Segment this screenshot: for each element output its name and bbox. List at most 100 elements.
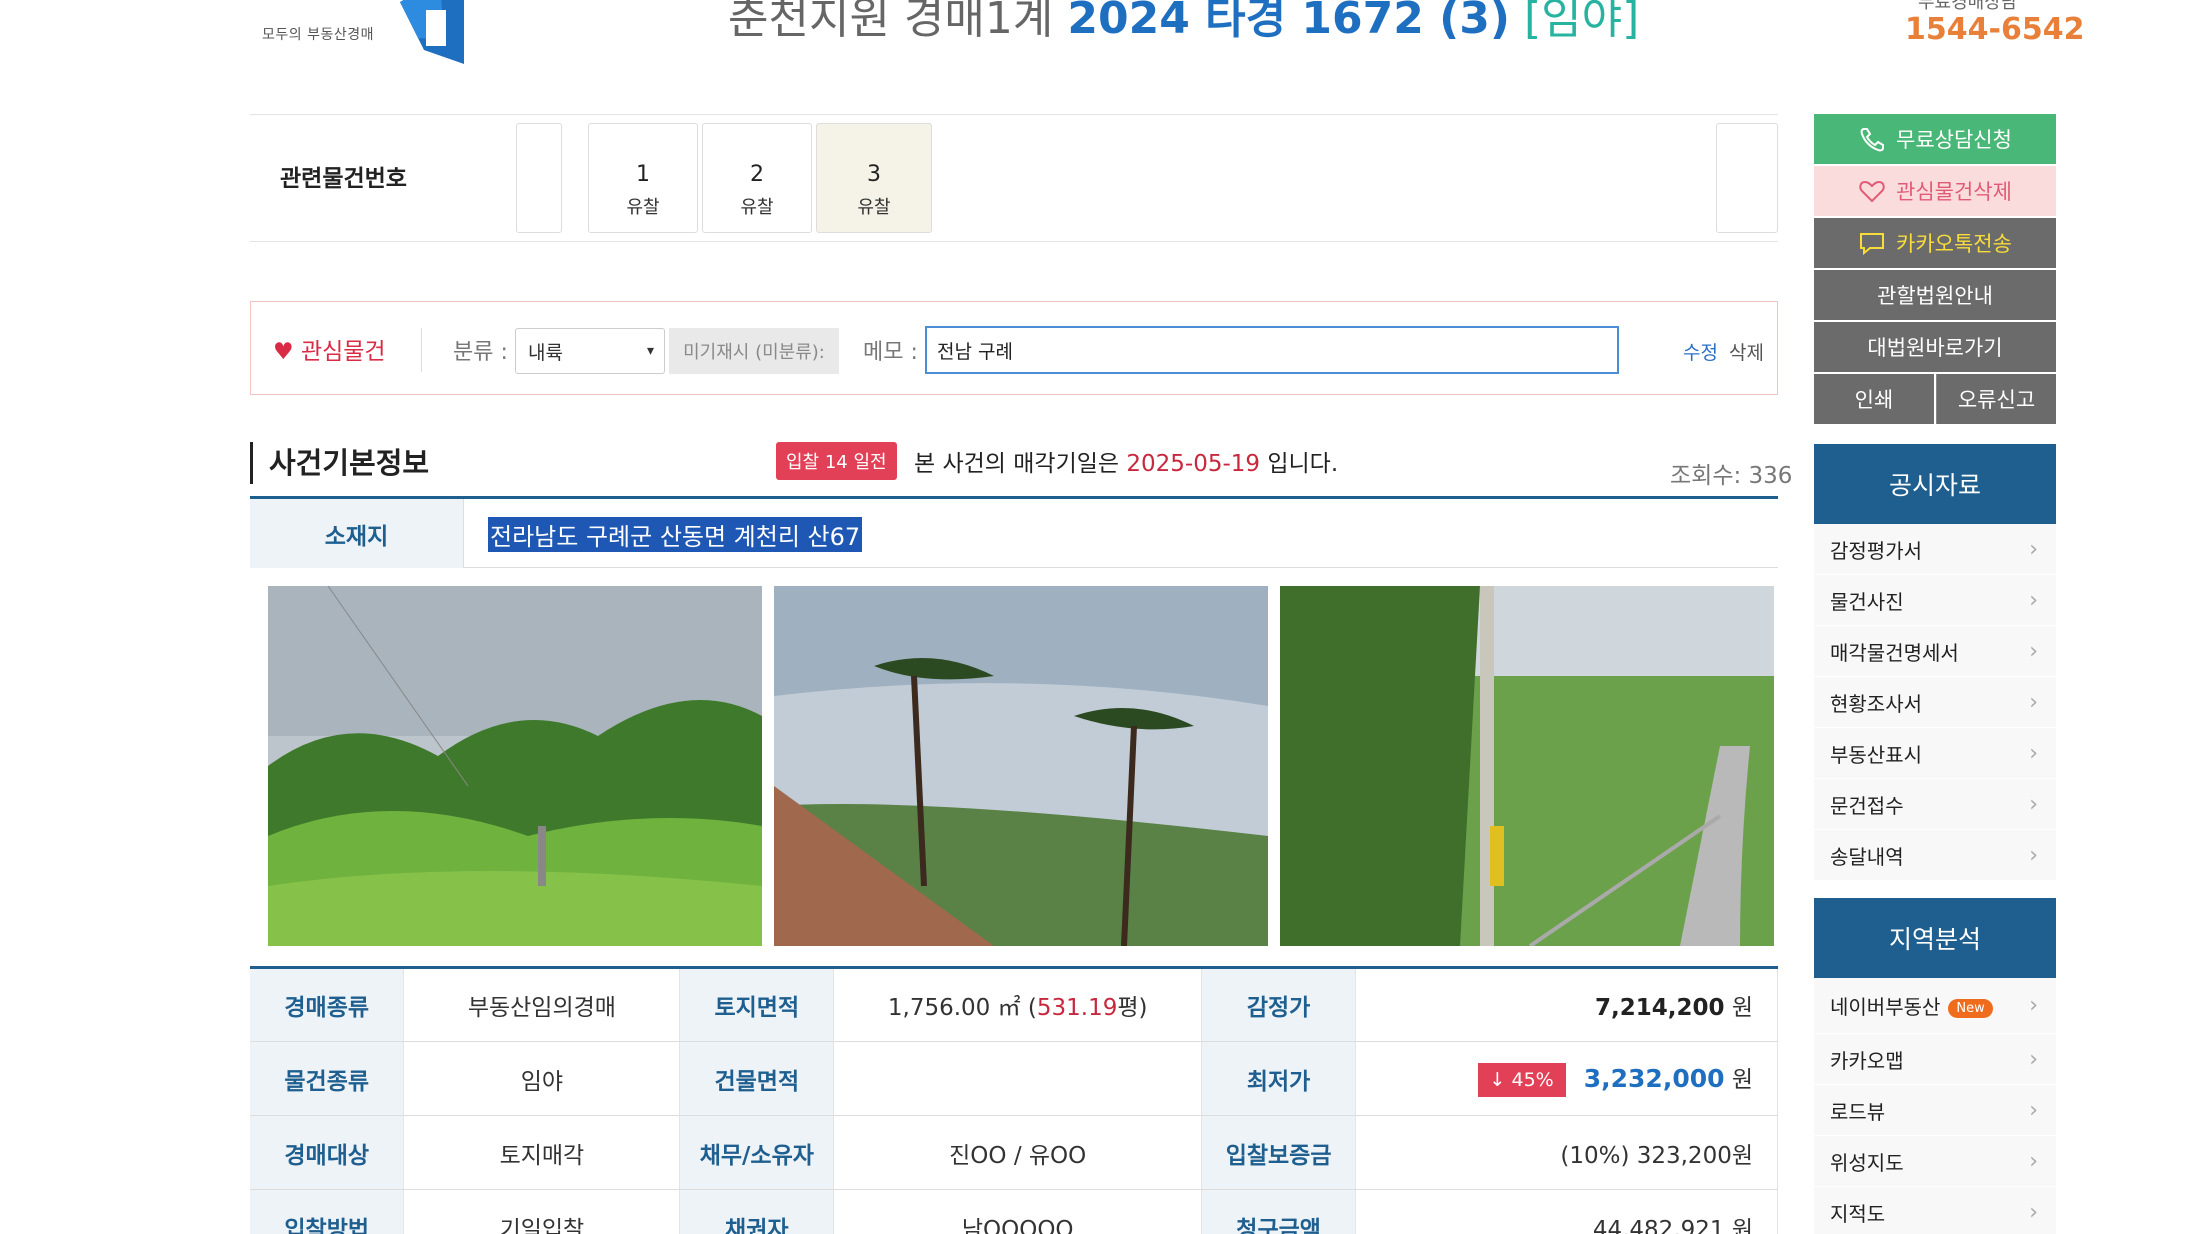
case-title: 춘천지원 경매1계 2024 타경 1672 (3) [임야] [728, 0, 1639, 46]
cell-header: 청구금액 [1201, 1189, 1357, 1234]
region-panel-title: 지역분석 [1814, 898, 2056, 978]
phone-icon [1860, 128, 1885, 152]
location-label: 소재지 [250, 499, 464, 568]
notice-item-label: 송달내역 [1830, 844, 1904, 869]
notice-item-label: 부동산표시 [1830, 742, 1922, 767]
notice-item[interactable]: 감정평가서 › [1814, 524, 2056, 575]
property-photo-1[interactable] [268, 586, 762, 946]
chevron-down-icon: ▾ [646, 343, 654, 359]
memo-edit-link[interactable]: 수정 [1683, 338, 1718, 365]
logo-subtitle: 모두의 부동산경매 [262, 27, 374, 43]
related-item-num: 1 [636, 162, 650, 187]
memo-delete-link[interactable]: 삭제 [1729, 338, 1764, 365]
pine-trees-photo-icon [774, 586, 1268, 946]
cell-header: 건물면적 [679, 1041, 835, 1116]
related-prev-button[interactable] [516, 123, 562, 233]
interest-delete-label: 관심물건삭제 [1896, 180, 2012, 204]
land-area-pyeong: 531.19 [1036, 995, 1118, 1021]
chevron-right-icon: › [2029, 1199, 2038, 1225]
view-count: 조회수: 336 [1670, 463, 1793, 489]
free-consult-label: 무료상담신청 [1896, 128, 2012, 152]
chevron-right-icon: › [2029, 536, 2038, 562]
cell-value: 기일입찰 [403, 1189, 681, 1234]
section-title: 사건기본정보 [250, 442, 429, 484]
kakao-send-label: 카카오톡전송 [1896, 232, 2012, 256]
heart-icon: ♥ [273, 339, 294, 365]
category-select[interactable]: 내륙 ▾ [515, 328, 665, 374]
cell-header: 토지면적 [679, 967, 835, 1042]
cell-header: 물건종류 [250, 1041, 405, 1116]
related-next-button[interactable] [1716, 123, 1778, 233]
notice-item[interactable]: 매각물건명세서 › [1814, 626, 2056, 677]
notice-item-label: 감정평가서 [1830, 538, 1922, 563]
related-item-3[interactable]: 3 유찰 [816, 123, 932, 233]
related-item-1[interactable]: 1 유찰 [588, 123, 698, 233]
chevron-right-icon: › [2029, 1097, 2038, 1123]
related-item-2[interactable]: 2 유찰 [702, 123, 812, 233]
kakao-send-button[interactable]: 카카오톡전송 [1814, 218, 2056, 268]
cell-header: 채무/소유자 [679, 1115, 835, 1190]
region-item[interactable]: 카카오맵 › [1814, 1034, 2056, 1085]
free-consult-button[interactable]: 무료상담신청 [1814, 114, 2056, 164]
supreme-court-button[interactable]: 대법원바로가기 [1814, 322, 2056, 372]
cell-value: 임야 [403, 1041, 681, 1116]
notice-item[interactable]: 물건사진 › [1814, 575, 2056, 626]
sale-text-pre: 본 사건의 매각기일은 [914, 451, 1120, 477]
hotline-number[interactable]: 1544-6542 [1905, 12, 2084, 47]
cell-header: 입찰방법 [250, 1189, 405, 1234]
notice-panel: 공시자료 감정평가서 › 물건사진 › 매각물건명세서 › 현황조사서 › 부동산표시 ›… [1814, 444, 2056, 881]
divider [421, 328, 422, 372]
report-error-button[interactable]: 오류신고 [1936, 374, 2056, 424]
related-items-label: 관련물건번호 [280, 166, 407, 192]
cell-value: 토지매각 [403, 1115, 681, 1190]
location-row: 소재지 전라남도 구례군 산동면 계천리 산67 [250, 496, 1778, 568]
new-badge: New [1948, 999, 1993, 1018]
related-item-num: 2 [750, 162, 764, 187]
heart-outline-icon [1859, 180, 1885, 203]
related-item-status: 유찰 [857, 197, 891, 218]
cell-header: 감정가 [1201, 967, 1357, 1042]
region-item[interactable]: 위성지도 › [1814, 1136, 2056, 1187]
memo-input[interactable]: 전남 구례 [925, 326, 1619, 374]
discount-badge: ↓ 45% [1477, 1063, 1566, 1098]
notice-item[interactable]: 송달내역 › [1814, 830, 2056, 881]
notice-item[interactable]: 문건접수 › [1814, 779, 2056, 830]
cell-value [833, 1041, 1203, 1116]
region-item-label: 위성지도 [1830, 1150, 1904, 1175]
region-item[interactable]: 네이버부동산 New › [1814, 978, 2056, 1034]
sale-text-post: 입니다. [1267, 451, 1339, 477]
print-button[interactable]: 인쇄 [1814, 374, 1934, 424]
interest-delete-button[interactable]: 관심물건삭제 [1814, 166, 2056, 216]
notice-item[interactable]: 부동산표시 › [1814, 728, 2056, 779]
case-number: 2024 타경 1672 (3) [1067, 0, 1511, 44]
notice-item-label: 물건사진 [1830, 589, 1904, 614]
interest-label: ♥ 관심물건 [273, 332, 386, 366]
region-item-label: 네이버부동산 [1830, 995, 1941, 1019]
bid-countdown-badge: 입찰 14 일전 [776, 442, 897, 480]
property-photo-2[interactable] [774, 586, 1268, 946]
table-row: 물건종류 임야 건물면적 최저가 ↓ 45% 3,232,000 원 [250, 1041, 1778, 1116]
land-area-value: 1,756.00 ㎡ (531.19평) [833, 967, 1203, 1042]
claim-amount-value: 44,482,921 원 [1355, 1189, 1778, 1234]
case-info-table: 경매종류 부동산임의경매 토지면적 1,756.00 ㎡ (531.19평) 감… [250, 966, 1778, 1234]
notice-item[interactable]: 현황조사서 › [1814, 677, 2056, 728]
deposit-value: (10%) 323,200원 [1355, 1115, 1778, 1190]
notice-item-label: 현황조사서 [1830, 691, 1922, 716]
category-label: 분류 : [453, 340, 508, 365]
region-item[interactable]: 로드뷰 › [1814, 1085, 2056, 1136]
cell-header: 채권자 [679, 1189, 835, 1234]
roadside-photo-icon [1280, 586, 1774, 946]
chevron-right-icon: › [2029, 587, 2038, 613]
region-item[interactable]: 지적도 › [1814, 1187, 2056, 1234]
logo-mark-icon [400, 0, 464, 64]
case-kind: [임야] [1524, 0, 1640, 44]
region-item-label: 로드뷰 [1830, 1099, 1886, 1124]
chevron-right-icon: › [2029, 1046, 2038, 1072]
interest-label-text: 관심물건 [300, 339, 386, 365]
chevron-right-icon: › [2029, 689, 2038, 715]
currency-unit: 원 [1731, 1216, 1753, 1234]
property-photo-3[interactable] [1280, 586, 1774, 946]
cell-value: 진OO / 유OO [833, 1115, 1203, 1190]
table-row: 경매종류 부동산임의경매 토지면적 1,756.00 ㎡ (531.19평) 감… [250, 967, 1778, 1042]
court-info-button[interactable]: 관할법원안내 [1814, 270, 2056, 320]
